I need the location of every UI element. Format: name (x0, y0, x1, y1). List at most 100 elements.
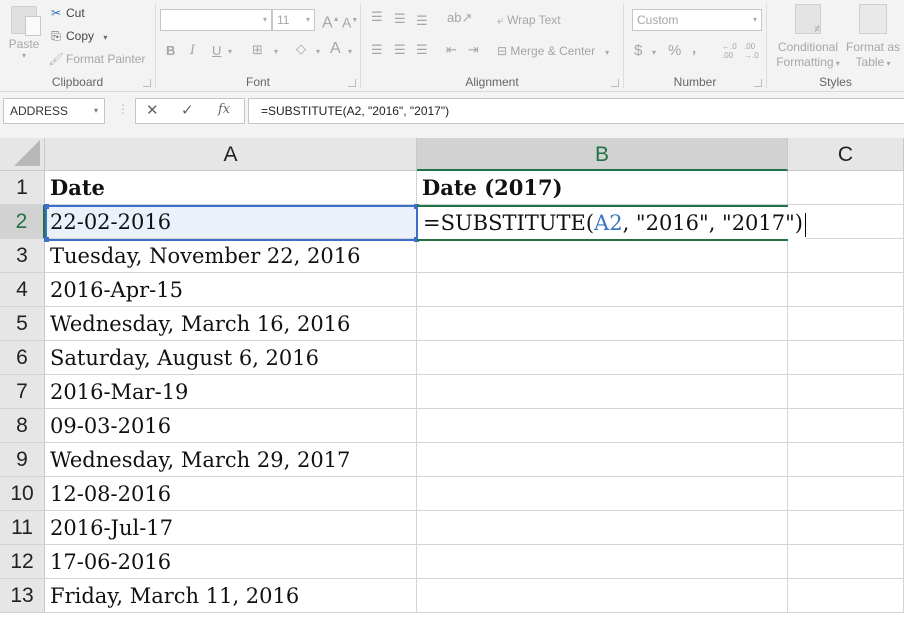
increase-decimal-button[interactable]: ←.0 .00 (722, 42, 738, 60)
chevron-down-icon[interactable]: ▾ (316, 43, 320, 61)
decrease-decimal-button[interactable]: .00 →.0 (744, 42, 760, 60)
paste-button[interactable]: Paste ▾ (6, 6, 42, 60)
row-header-12[interactable]: 12 (0, 545, 45, 579)
cell-a9[interactable]: Wednesday, March 29, 2017 (45, 443, 417, 477)
comma-button[interactable]: , (692, 40, 696, 58)
bold-button[interactable]: B (166, 42, 175, 60)
cell-c5[interactable] (788, 307, 904, 341)
cell-c3[interactable] (788, 239, 904, 273)
format-as-table-button[interactable]: Format as Table ▾ (843, 4, 903, 71)
row-header-7[interactable]: 7 (0, 375, 45, 409)
cell-b7[interactable] (417, 375, 788, 409)
percent-button[interactable]: % (668, 42, 681, 60)
cell-c9[interactable] (788, 443, 904, 477)
cell-b5[interactable] (417, 307, 788, 341)
cell-c12[interactable] (788, 545, 904, 579)
cell-a4[interactable]: 2016-Apr-15 (45, 273, 417, 307)
currency-button[interactable]: $ (634, 42, 642, 60)
merge-center-button[interactable]: ⊟ Merge & Center ▾ (497, 42, 609, 62)
column-header-a[interactable]: A (45, 138, 417, 171)
cell-a12[interactable]: 17-06-2016 (45, 545, 417, 579)
chevron-down-icon[interactable]: ▾ (348, 43, 352, 61)
orientation-icon[interactable]: ab↗ (447, 9, 472, 27)
dialog-launcher-icon[interactable] (143, 79, 151, 87)
formula-input[interactable]: =SUBSTITUTE(A2, "2016", "2017") (248, 98, 904, 124)
row-header-5[interactable]: 5 (0, 307, 45, 341)
select-all-button[interactable] (0, 138, 45, 171)
cell-c8[interactable] (788, 409, 904, 443)
column-header-c[interactable]: C (788, 138, 904, 171)
cell-b12[interactable] (417, 545, 788, 579)
middle-align-icon[interactable]: ☰ (394, 10, 406, 28)
cell-b4[interactable] (417, 273, 788, 307)
row-header-9[interactable]: 9 (0, 443, 45, 477)
borders-icon[interactable]: ⊞ (252, 41, 263, 59)
cut-button[interactable]: ✂ Cut (48, 4, 85, 22)
dialog-launcher-icon[interactable] (754, 79, 762, 87)
dialog-launcher-icon[interactable] (348, 79, 356, 87)
cell-b3[interactable] (417, 239, 788, 273)
resize-handle[interactable]: ⋮ (117, 102, 129, 116)
bottom-align-icon[interactable]: ☰ (416, 12, 428, 30)
row-header-13[interactable]: 13 (0, 579, 45, 613)
align-left-icon[interactable]: ☰ (371, 41, 383, 59)
font-color-button[interactable]: A (330, 40, 341, 58)
row-header-11[interactable]: 11 (0, 511, 45, 545)
cell-b1[interactable]: Date (2017) (417, 171, 788, 205)
font-name-select[interactable]: ▾ (160, 9, 272, 31)
cell-a1[interactable]: Date (45, 171, 417, 205)
cell-c13[interactable] (788, 579, 904, 613)
cell-a7[interactable]: 2016-Mar-19 (45, 375, 417, 409)
format-painter-button[interactable]: 🖌 Format Painter (48, 50, 145, 68)
row-header-10[interactable]: 10 (0, 477, 45, 511)
cell-a2[interactable]: 22-02-2016 (45, 205, 417, 239)
insert-function-icon[interactable]: fx (218, 102, 230, 117)
row-header-6[interactable]: 6 (0, 341, 45, 375)
cell-c11[interactable] (788, 511, 904, 545)
cell-a6[interactable]: Saturday, August 6, 2016 (45, 341, 417, 375)
cell-b8[interactable] (417, 409, 788, 443)
copy-button[interactable]: ⎘ Copy ▾ (48, 27, 107, 45)
decrease-indent-icon[interactable]: ⇤ (446, 41, 457, 59)
cell-a8[interactable]: 09-03-2016 (45, 409, 417, 443)
column-header-b[interactable]: B (417, 138, 788, 171)
chevron-down-icon[interactable]: ▾ (94, 99, 98, 123)
cell-c10[interactable] (788, 477, 904, 511)
chevron-down-icon[interactable]: ▾ (274, 43, 278, 61)
increase-indent-icon[interactable]: ⇥ (468, 41, 479, 59)
number-format-select[interactable]: Custom ▾ (632, 9, 762, 31)
conditional-formatting-button[interactable]: ≠ Conditional Formatting ▾ (771, 4, 845, 71)
underline-button[interactable]: U (212, 42, 221, 60)
align-center-icon[interactable]: ☰ (394, 41, 406, 59)
cell-b13[interactable] (417, 579, 788, 613)
row-header-1[interactable]: 1 (0, 171, 45, 205)
cell-c7[interactable] (788, 375, 904, 409)
cell-a13[interactable]: Friday, March 11, 2016 (45, 579, 417, 613)
grow-font-button[interactable]: A▲ (322, 11, 340, 32)
dialog-launcher-icon[interactable] (611, 79, 619, 87)
cell-c6[interactable] (788, 341, 904, 375)
wrap-text-button[interactable]: ⤶ Wrap Text (497, 11, 561, 29)
cell-a10[interactable]: 12-08-2016 (45, 477, 417, 511)
chevron-down-icon[interactable]: ▾ (652, 44, 656, 62)
cancel-icon[interactable]: ✕ (146, 101, 159, 119)
cell-a11[interactable]: 2016-Jul-17 (45, 511, 417, 545)
cell-c4[interactable] (788, 273, 904, 307)
row-header-2[interactable]: 2 (0, 205, 45, 239)
row-header-4[interactable]: 4 (0, 273, 45, 307)
italic-button[interactable]: I (190, 42, 195, 60)
cell-b10[interactable] (417, 477, 788, 511)
font-size-select[interactable]: 11 ▾ (272, 9, 315, 31)
cell-b9[interactable] (417, 443, 788, 477)
cell-b6[interactable] (417, 341, 788, 375)
cell-c1[interactable] (788, 171, 904, 205)
row-header-3[interactable]: 3 (0, 239, 45, 273)
enter-icon[interactable]: ✓ (181, 101, 194, 119)
fill-color-icon[interactable]: ◇ (296, 40, 306, 58)
shrink-font-button[interactable]: A▼ (342, 12, 358, 32)
chevron-down-icon[interactable]: ▾ (228, 43, 232, 61)
cell-editor[interactable]: =SUBSTITUTE(A2, "2016", "2017") (418, 207, 806, 239)
top-align-icon[interactable]: ☰ (371, 8, 383, 26)
cell-b11[interactable] (417, 511, 788, 545)
align-right-icon[interactable]: ☰ (416, 41, 428, 59)
